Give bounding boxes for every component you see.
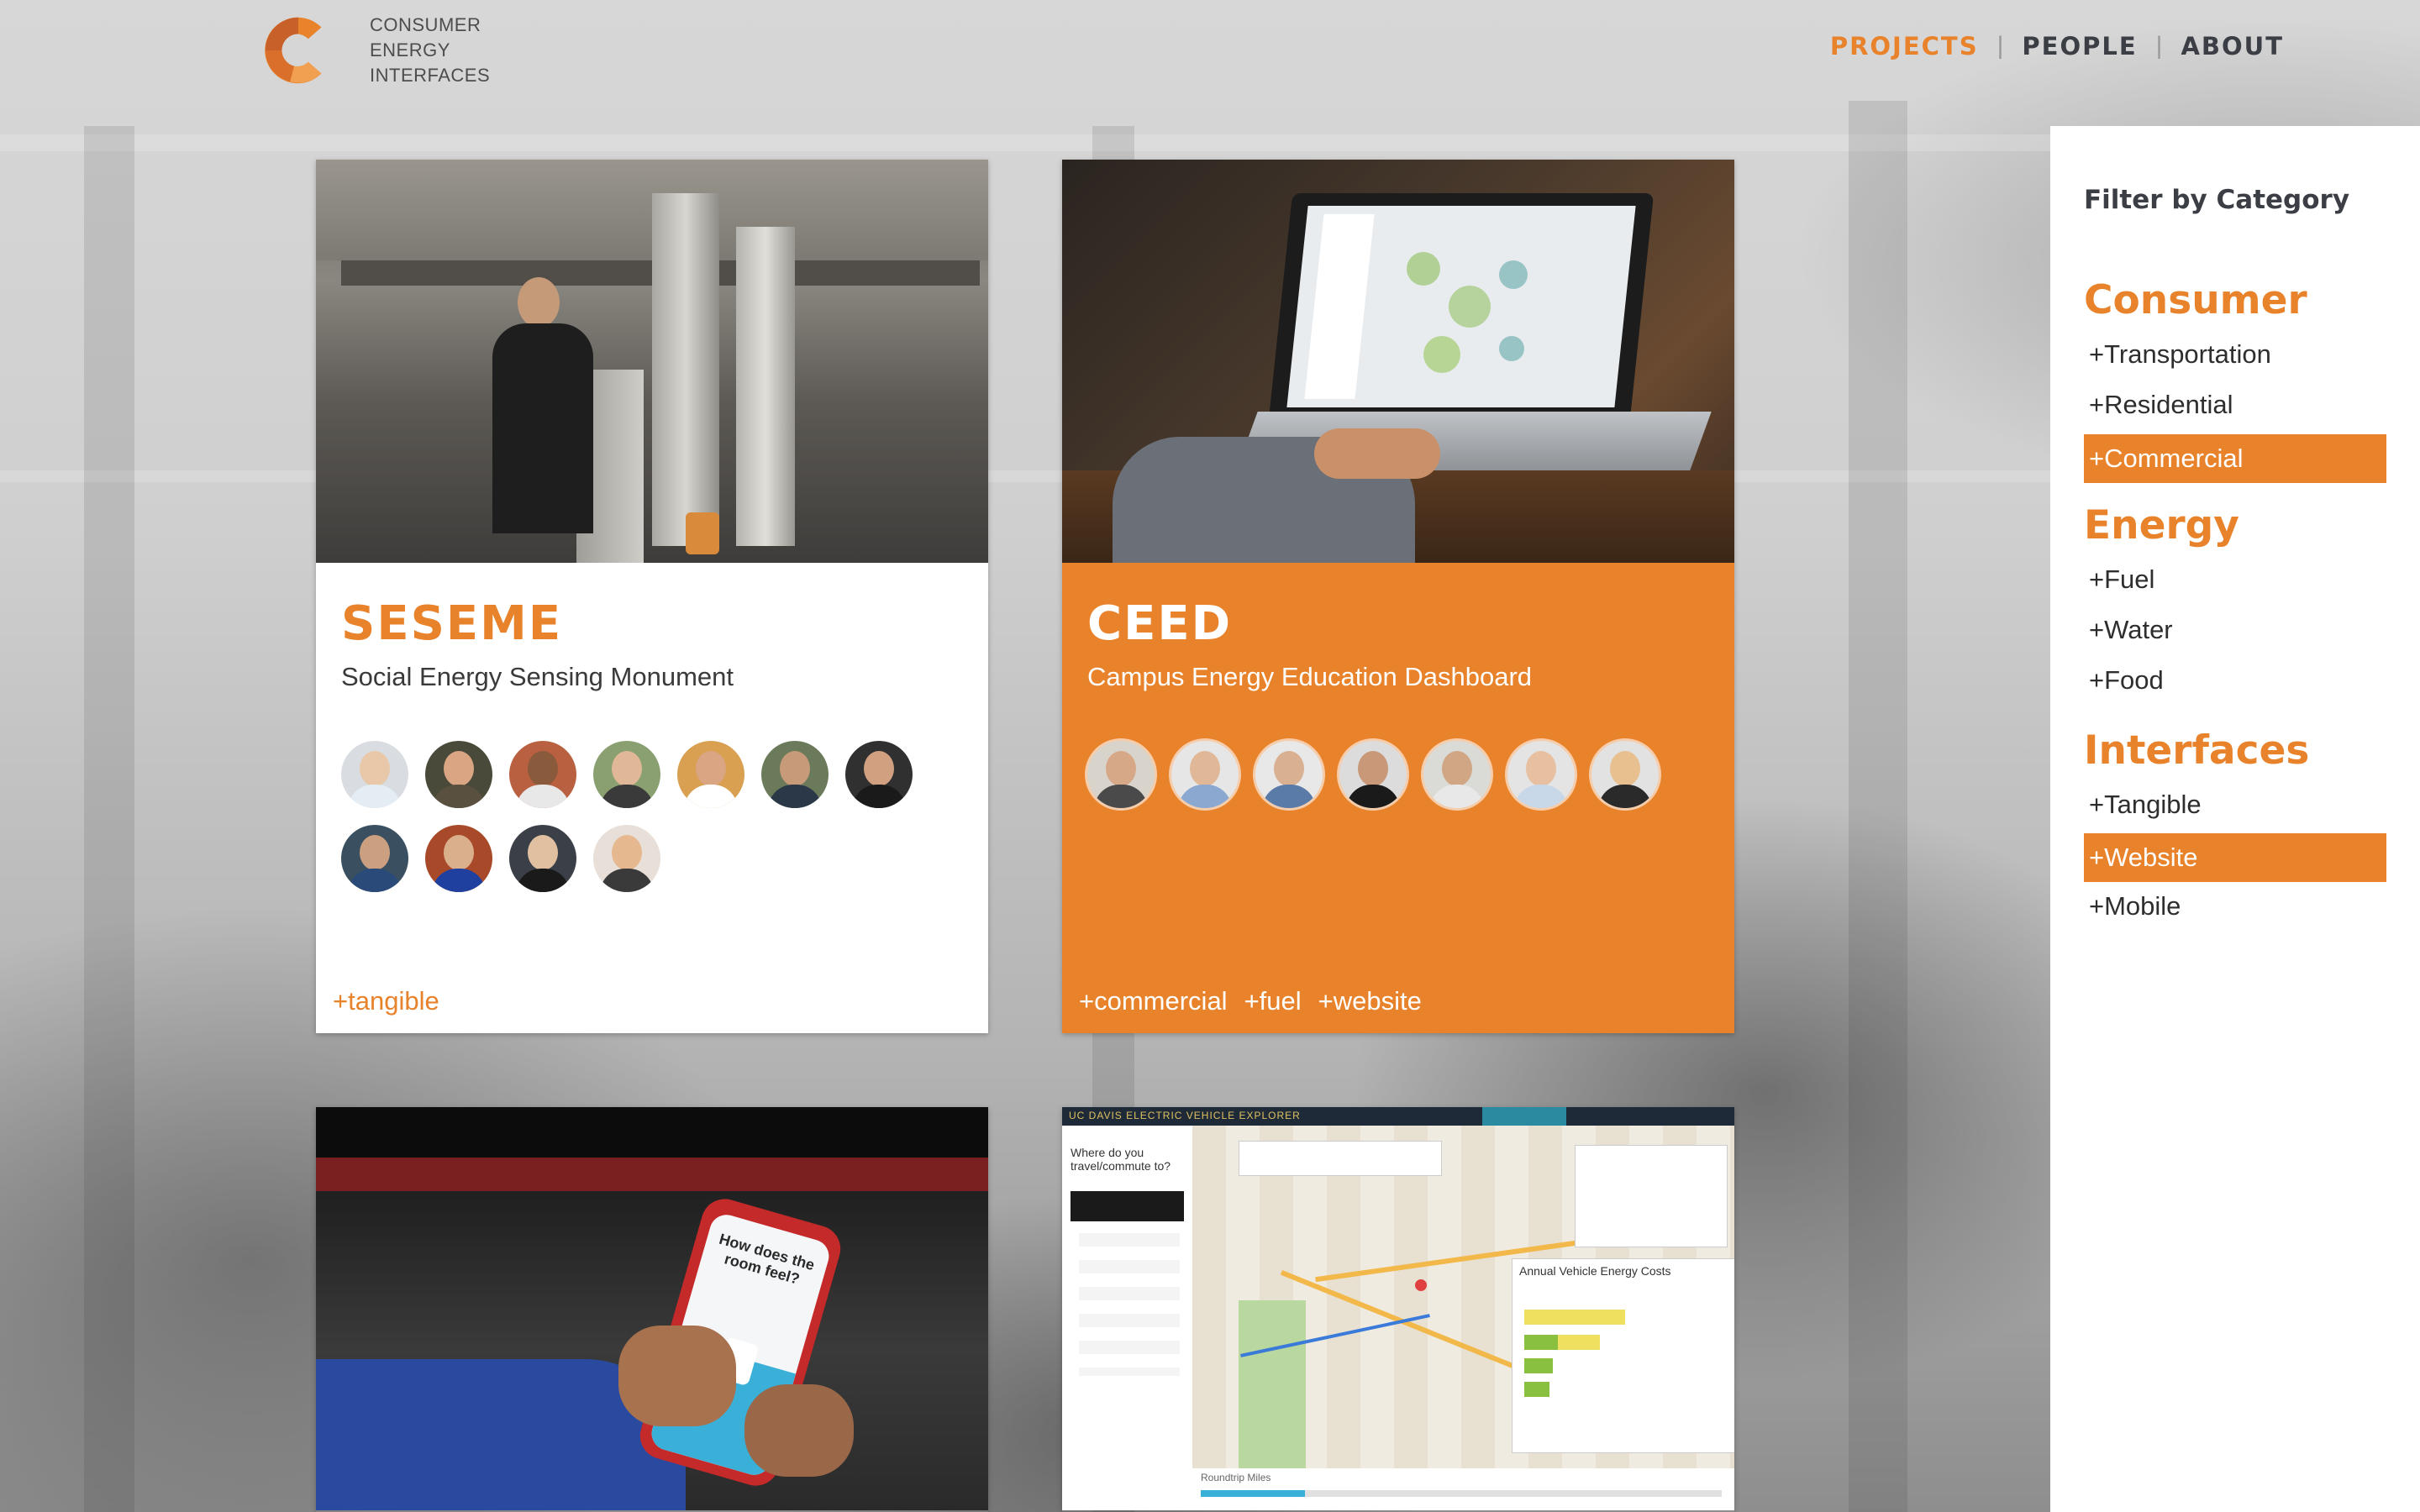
site-logo[interactable]: CONSUMER ENERGY INTERFACES xyxy=(257,8,490,92)
avatar[interactable] xyxy=(425,741,492,808)
filter-option-food[interactable]: +Food xyxy=(2084,656,2386,705)
avatar[interactable] xyxy=(761,741,829,808)
ev-screen-panel: Annual Vehicle Energy Costs xyxy=(1519,1264,1671,1278)
filter-option-transportation[interactable]: +Transportation xyxy=(2084,330,2386,379)
nav-separator: | xyxy=(1996,32,2004,60)
avatar[interactable] xyxy=(425,825,492,892)
avatar[interactable] xyxy=(509,825,576,892)
project-title[interactable]: CEED xyxy=(1087,596,1232,651)
logo-wordmark: CONSUMER ENERGY INTERFACES xyxy=(370,13,490,88)
project-image-seseme[interactable] xyxy=(316,160,988,563)
avatar[interactable] xyxy=(677,741,744,808)
avatar[interactable] xyxy=(593,825,660,892)
project-subtitle: Campus Energy Education Dashboard xyxy=(1087,662,1533,691)
filter-heading: Filter by Category xyxy=(2084,185,2350,215)
logo-line-1: CONSUMER xyxy=(370,14,481,35)
tag-link[interactable]: +fuel xyxy=(1244,986,1302,1016)
phone-screen-text: How does the room feel? xyxy=(717,1230,817,1288)
project-card-ev-explorer[interactable]: UC DAVIS ELECTRIC VEHICLE EXPLORER Where… xyxy=(1062,1107,1734,1512)
filter-option-tangible[interactable]: +Tangible xyxy=(2084,780,2386,829)
avatar[interactable] xyxy=(593,741,660,808)
avatar[interactable] xyxy=(1339,741,1407,808)
filter-group-interfaces: Interfaces xyxy=(2084,727,2310,774)
nav-separator: | xyxy=(2155,32,2163,60)
filter-option-commercial[interactable]: +Commercial xyxy=(2084,434,2386,483)
project-card-seseme[interactable]: SESEME Social Energy Sensing Monument +t… xyxy=(316,160,988,1033)
tag-link[interactable]: +commercial xyxy=(1079,986,1228,1016)
filter-option-water[interactable]: +Water xyxy=(2084,606,2386,654)
nav-projects[interactable]: PROJECTS xyxy=(1830,32,1979,60)
filter-option-residential[interactable]: +Residential xyxy=(2084,381,2386,429)
project-image-ev-explorer[interactable]: UC DAVIS ELECTRIC VEHICLE EXPLORER Where… xyxy=(1062,1107,1734,1510)
avatar[interactable] xyxy=(341,825,408,892)
avatar[interactable] xyxy=(1591,741,1659,808)
ev-screen-footer: Roundtrip Miles xyxy=(1201,1472,1271,1483)
project-body-seseme: SESEME Social Energy Sensing Monument +t… xyxy=(316,563,988,1033)
project-body-ceed: CEED Campus Energy Education Dashboard +… xyxy=(1062,563,1734,1033)
filter-option-mobile[interactable]: +Mobile xyxy=(2084,882,2386,931)
logo-c-icon xyxy=(265,17,322,84)
filter-group-energy: Energy xyxy=(2084,502,2239,549)
project-image-ceed[interactable] xyxy=(1062,160,1734,563)
avatar[interactable] xyxy=(845,741,913,808)
project-title[interactable]: SESEME xyxy=(341,596,562,651)
filter-option-website[interactable]: +Website xyxy=(2084,833,2386,882)
filter-option-fuel[interactable]: +Fuel xyxy=(2084,555,2386,604)
project-subtitle: Social Energy Sensing Monument xyxy=(341,662,734,691)
avatar[interactable] xyxy=(509,741,576,808)
nav-people[interactable]: PEOPLE xyxy=(2022,32,2137,60)
project-tags: +commercial +fuel +website xyxy=(1079,986,1422,1016)
main-nav: PROJECTS | PEOPLE | ABOUT xyxy=(1830,32,2284,60)
project-image-phone[interactable]: How does the room feel? xyxy=(316,1107,988,1510)
avatar[interactable] xyxy=(1423,741,1491,808)
ev-screen-title: UC DAVIS ELECTRIC VEHICLE EXPLORER xyxy=(1069,1110,1301,1121)
tag-link[interactable]: +website xyxy=(1318,986,1422,1016)
project-tags: +tangible xyxy=(333,986,439,1016)
project-card-ceed[interactable]: CEED Campus Energy Education Dashboard +… xyxy=(1062,160,1734,1033)
avatar[interactable] xyxy=(1171,741,1239,808)
logo-line-3: INTERFACES xyxy=(370,65,491,86)
tag-link[interactable]: +tangible xyxy=(333,986,439,1016)
avatar[interactable] xyxy=(1507,741,1575,808)
logo-line-2: ENERGY xyxy=(370,39,450,60)
team-avatars xyxy=(1087,741,1692,808)
avatar[interactable] xyxy=(1255,741,1323,808)
filter-group-consumer: Consumer xyxy=(2084,277,2307,323)
nav-about[interactable]: ABOUT xyxy=(2181,32,2284,60)
ev-screen-step: Where do you travel/commute to? xyxy=(1071,1146,1171,1173)
avatar[interactable] xyxy=(341,741,408,808)
team-avatars xyxy=(341,741,946,892)
avatar[interactable] xyxy=(1087,741,1155,808)
filter-sidebar: Filter by Category Consumer +Transportat… xyxy=(2050,126,2420,1512)
project-card-phone[interactable]: How does the room feel? xyxy=(316,1107,988,1512)
